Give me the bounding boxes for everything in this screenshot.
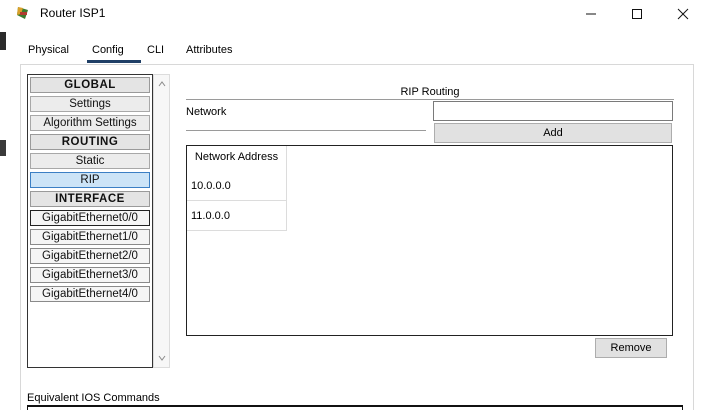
table-row[interactable]: 11.0.0.0 [187, 201, 287, 231]
tab-cli[interactable]: CLI [147, 44, 164, 56]
rip-routing-heading: RIP Routing [400, 86, 460, 98]
minimize-icon [586, 13, 596, 15]
nav-item-gigabitethernet3-0[interactable]: GigabitEthernet3/0 [30, 267, 150, 283]
minimize-button[interactable] [568, 0, 614, 28]
nav-item-gigabitethernet0-0[interactable]: GigabitEthernet0/0 [30, 210, 150, 226]
maximize-icon [632, 9, 642, 19]
network-input[interactable] [433, 101, 673, 121]
nav-item-settings[interactable]: Settings [30, 96, 150, 112]
heading-divider [186, 99, 674, 100]
tab-config[interactable]: Config [92, 44, 124, 56]
close-button[interactable] [660, 0, 706, 28]
scroll-up-icon[interactable] [157, 79, 167, 89]
nav-item-rip[interactable]: RIP [30, 172, 150, 188]
tab-physical[interactable]: Physical [28, 44, 69, 56]
network-divider [186, 130, 426, 131]
active-tab-indicator [87, 60, 141, 63]
nav-header-interface: INTERFACE [30, 191, 150, 207]
title-bar: Router ISP1 [6, 0, 706, 28]
window-title: Router ISP1 [40, 6, 106, 20]
table-row[interactable]: 10.0.0.0 [187, 171, 287, 201]
network-address-table: Network Address 10.0.0.0 11.0.0.0 [186, 145, 673, 336]
ios-commands-label: Equivalent IOS Commands [27, 392, 160, 404]
nav-header-global: GLOBAL [30, 77, 150, 93]
table-header-network-address: Network Address [187, 146, 287, 171]
nav-item-gigabitethernet4-0[interactable]: GigabitEthernet4/0 [30, 286, 150, 302]
backdrop-shape [0, 140, 6, 156]
tab-attributes[interactable]: Attributes [186, 44, 232, 56]
ios-commands-console[interactable] [27, 405, 683, 410]
add-button[interactable]: Add [434, 123, 672, 143]
nav-item-gigabitethernet1-0[interactable]: GigabitEthernet1/0 [30, 229, 150, 245]
maximize-button[interactable] [614, 0, 660, 28]
nav-header-routing: ROUTING [30, 134, 150, 150]
scroll-down-icon[interactable] [157, 353, 167, 363]
router-app-icon [16, 6, 30, 20]
nav-item-static[interactable]: Static [30, 153, 150, 169]
nav-item-gigabitethernet2-0[interactable]: GigabitEthernet2/0 [30, 248, 150, 264]
nav-item-algorithm-settings[interactable]: Algorithm Settings [30, 115, 150, 131]
nav-scrollbar[interactable] [153, 74, 170, 368]
network-label: Network [186, 106, 227, 118]
tab-bar: Physical Config CLI Attributes [6, 38, 706, 64]
close-icon [677, 8, 689, 20]
config-nav-list: GLOBAL Settings Algorithm Settings ROUTI… [27, 74, 153, 368]
remove-button[interactable]: Remove [595, 338, 667, 358]
